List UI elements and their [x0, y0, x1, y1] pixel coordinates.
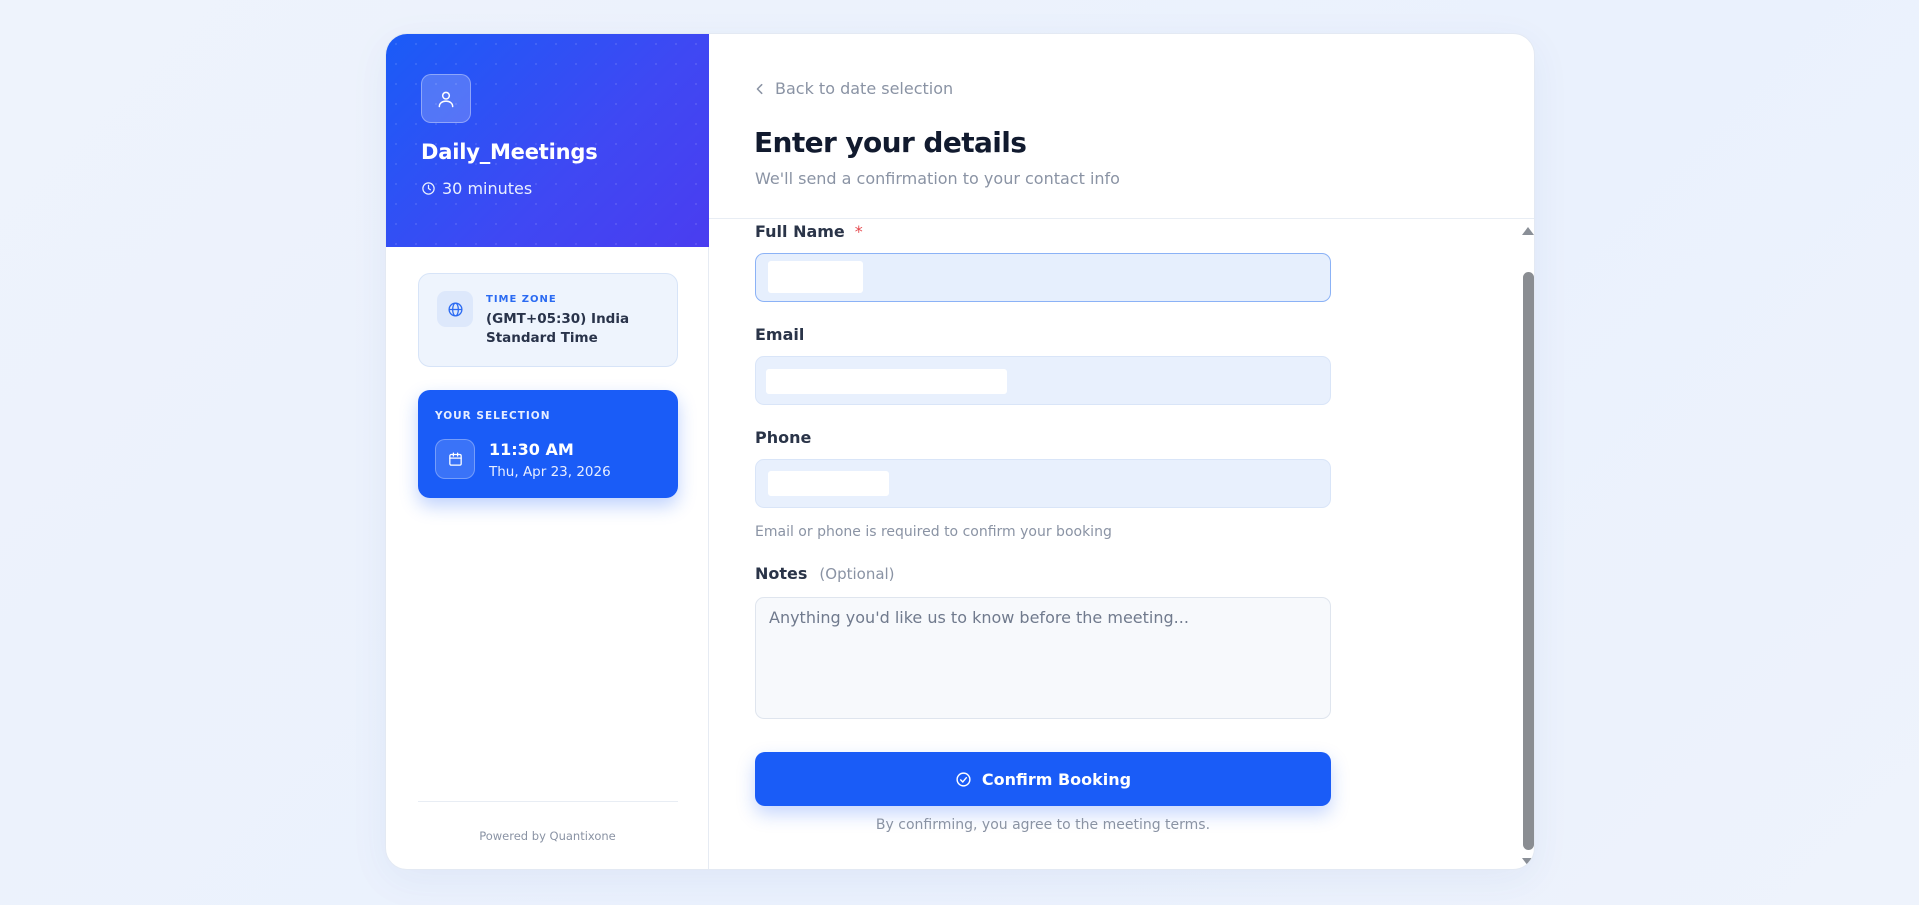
page-subtitle: We'll send a confirmation to your contac…: [755, 169, 1120, 188]
clock-icon: [422, 182, 435, 195]
powered-by: Powered by Quantixone: [479, 829, 616, 843]
notes-textarea[interactable]: Anything you'd like us to know before th…: [755, 597, 1331, 719]
selected-time: 11:30 AM: [489, 440, 574, 459]
back-to-date-link[interactable]: Back to date selection: [755, 79, 953, 98]
email-input[interactable]: [755, 356, 1331, 405]
timezone-value: (GMT+05:30) India Standard Time: [486, 311, 630, 346]
scroll-down-arrow[interactable]: [1522, 858, 1534, 866]
timezone-label: TIME ZONE: [486, 294, 557, 305]
event-duration: 30 minutes: [421, 179, 532, 198]
header-divider: [709, 218, 1534, 219]
terms-note: By confirming, you agree to the meeting …: [875, 817, 1211, 833]
sidebar-divider: [418, 801, 678, 802]
required-mark: *: [854, 222, 863, 241]
chevron-left-icon: [756, 83, 763, 94]
user-icon: [421, 74, 471, 123]
email-label: Email: [755, 325, 805, 344]
duration-text: 30 minutes: [442, 179, 533, 198]
booking-card: Daily_Meetings 30 minutes TIME ZONE (GMT…: [385, 33, 1535, 870]
selection-card: YOUR SELECTION 11:30 AM Thu, Apr 23, 202…: [418, 390, 678, 498]
notes-label-text: Notes: [755, 564, 808, 583]
back-label: Back to date selection: [775, 79, 954, 98]
full-name-label: Full Name *: [755, 222, 863, 241]
event-title: Daily_Meetings: [421, 140, 598, 164]
check-circle-icon: [956, 771, 971, 787]
globe-icon: [437, 291, 473, 327]
phone-input[interactable]: [755, 459, 1331, 508]
selected-date: Thu, Apr 23, 2026: [489, 464, 611, 480]
event-header: Daily_Meetings 30 minutes: [386, 34, 709, 247]
optional-tag: (Optional): [819, 565, 895, 583]
confirm-label: Confirm Booking: [981, 769, 1132, 789]
contact-hint: Email or phone is required to confirm yo…: [755, 524, 1112, 540]
redacted-value: [768, 261, 863, 293]
redacted-value: [768, 471, 889, 496]
booking-sidebar: Daily_Meetings 30 minutes TIME ZONE (GMT…: [386, 34, 709, 869]
phone-label: Phone: [755, 428, 812, 447]
selection-label: YOUR SELECTION: [435, 410, 551, 422]
confirm-booking-button[interactable]: Confirm Booking: [755, 752, 1331, 806]
scroll-up-arrow[interactable]: [1522, 227, 1534, 235]
full-name-label-text: Full Name: [755, 222, 845, 241]
notes-label: Notes (Optional): [755, 564, 895, 583]
full-name-input[interactable]: [755, 253, 1331, 302]
redacted-value: [766, 369, 1007, 394]
page-title: Enter your details: [754, 126, 1027, 159]
scrollbar-thumb[interactable]: [1523, 272, 1534, 850]
timezone-card: TIME ZONE (GMT+05:30) India Standard Tim…: [418, 273, 678, 367]
calendar-icon: [435, 439, 475, 479]
details-form-panel: Back to date selection Enter your detail…: [709, 34, 1534, 869]
